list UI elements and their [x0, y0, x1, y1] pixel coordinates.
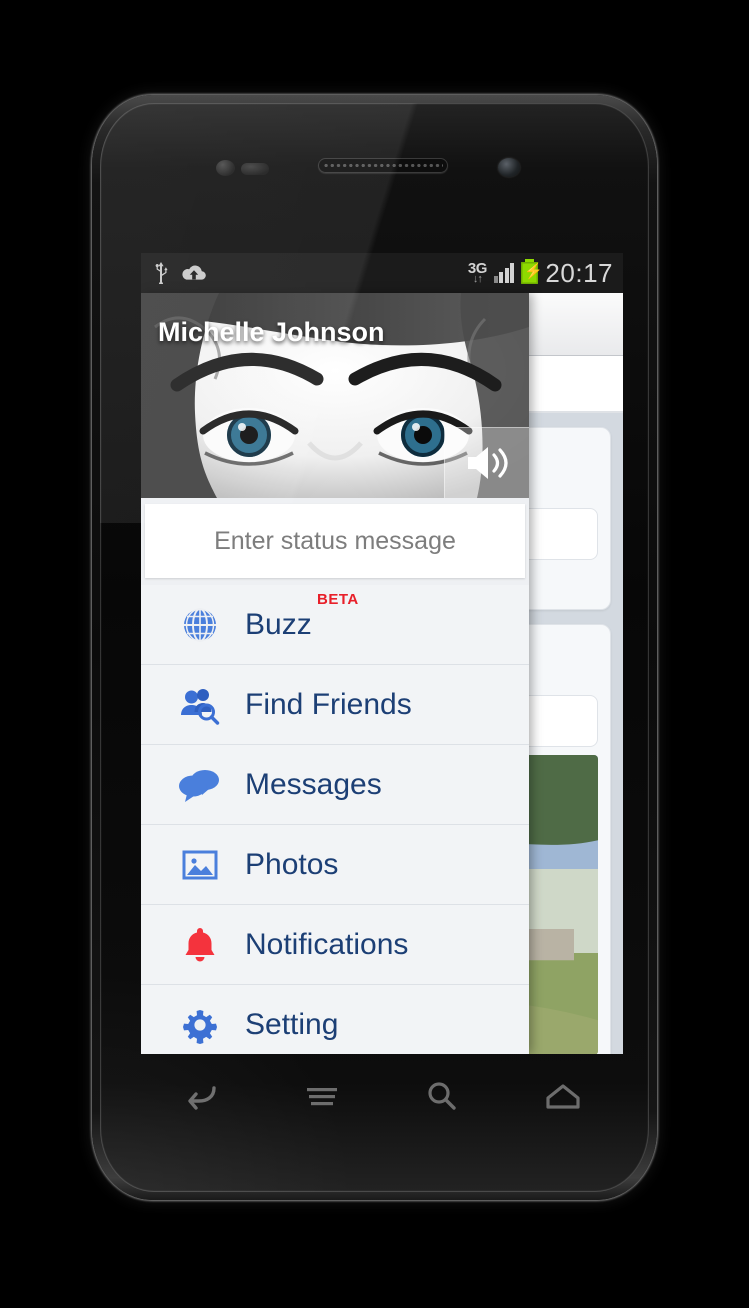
status-bar: 3G ↓↑ ⚡ 20:17: [141, 253, 623, 293]
menu-item-label: Notifications: [245, 927, 409, 961]
menu-item-setting[interactable]: Setting: [141, 985, 529, 1054]
navigation-drawer: Michelle Johnson Enter status message Bu…: [141, 293, 529, 1054]
earpiece-grille: [323, 162, 443, 169]
menu-item-label: Buzz: [245, 607, 312, 641]
status-input-placeholder: Enter status message: [214, 526, 456, 555]
battery-charging-icon: ⚡: [521, 259, 543, 284]
menu-item-notifications[interactable]: Notifications: [141, 905, 529, 985]
back-softkey[interactable]: [177, 1076, 225, 1116]
profile-cover-photo[interactable]: Michelle Johnson: [141, 293, 529, 498]
network-arrows-icon: ↓↑: [472, 273, 483, 285]
globe-icon: [177, 602, 223, 648]
usb-icon: [155, 262, 168, 284]
navigation-bar: [141, 1054, 623, 1138]
speaker-volume-icon[interactable]: [444, 427, 529, 498]
find-friends-icon: [177, 682, 223, 728]
earpiece-speaker: [318, 158, 448, 173]
chat-bubbles-icon: [177, 762, 223, 808]
menu-item-messages[interactable]: Messages: [141, 745, 529, 825]
phone-bezel: 3G ↓↑ ⚡ 20:17 ❮ L: [100, 103, 649, 1192]
status-bar-clock: 20:17: [545, 257, 613, 288]
drawer-menu-list: Buzz BETA Find Friends Messages Photos N…: [141, 585, 529, 1054]
menu-item-label: Photos: [245, 847, 339, 881]
menu-item-label: Find Friends: [245, 687, 412, 721]
menu-item-label: Setting: [245, 1007, 339, 1041]
menu-item-label: Messages: [245, 767, 382, 801]
menu-softkey[interactable]: [298, 1076, 346, 1116]
photo-icon: [177, 842, 223, 888]
gear-icon: [177, 1002, 223, 1048]
menu-item-photos[interactable]: Photos: [141, 825, 529, 905]
phone-device: 3G ↓↑ ⚡ 20:17 ❮ L: [92, 95, 657, 1200]
cloud-upload-icon: [182, 265, 206, 280]
home-softkey[interactable]: [539, 1076, 587, 1116]
menu-item-find-friends[interactable]: Find Friends: [141, 665, 529, 745]
beta-badge: BETA: [317, 591, 359, 608]
signal-bars-icon: [493, 263, 515, 283]
network-type-indicator: 3G ↓↑: [468, 261, 488, 285]
menu-item-buzz[interactable]: Buzz BETA: [141, 585, 529, 665]
light-sensor-icon: [241, 163, 269, 175]
bell-icon: [177, 922, 223, 968]
search-softkey[interactable]: [418, 1076, 466, 1116]
profile-name: Michelle Johnson: [158, 317, 385, 347]
status-message-input[interactable]: Enter status message: [145, 504, 525, 578]
front-camera-icon: [498, 158, 520, 177]
proximity-sensor-icon: [216, 160, 235, 176]
phone-screen: 3G ↓↑ ⚡ 20:17 ❮ L: [141, 253, 623, 1054]
